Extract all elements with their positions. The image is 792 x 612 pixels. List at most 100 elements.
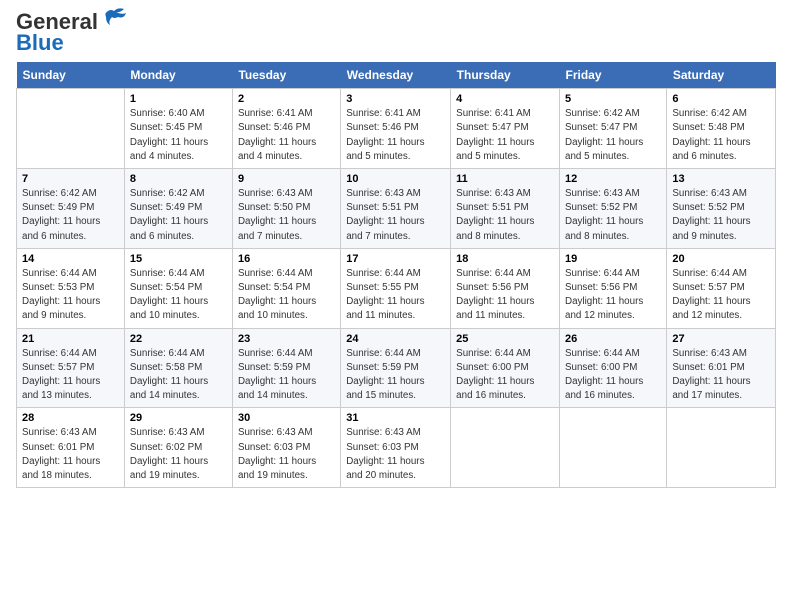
day-info: Sunrise: 6:44 AMSunset: 5:58 PMDaylight:… [130, 347, 227, 404]
day-cell: 13Sunrise: 6:43 AMSunset: 5:52 PMDayligh… [667, 169, 776, 249]
day-cell: 28Sunrise: 6:43 AMSunset: 6:01 PMDayligh… [17, 408, 125, 488]
day-cell: 24 Sunrise: 6:44 AMSunset: 5:59 PMDayligh… [341, 328, 451, 408]
day-cell: 7 Sunrise: 6:42 AMSunset: 5:49 PMDaylight… [17, 169, 125, 249]
day-info: Sunrise: 6:41 AMSunset: 5:46 PMDaylight:… [238, 107, 335, 164]
day-number: 12 [565, 173, 661, 185]
day-info: Sunrise: 6:44 AMSunset: 5:55 PMDaylight:… [346, 267, 445, 324]
week-row-3: 14Sunrise: 6:44 AMSunset: 5:53 PMDayligh… [17, 248, 776, 328]
day-number: 10 [346, 173, 445, 185]
day-cell: 18 Sunrise: 6:44 AMSunset: 5:56 PMDayligh… [451, 248, 560, 328]
day-info: Sunrise: 6:44 AMSunset: 5:57 PMDaylight:… [672, 267, 770, 324]
col-header-wednesday: Wednesday [341, 62, 451, 89]
day-cell: 31 Sunrise: 6:43 AMSunset: 6:03 PMDayligh… [341, 408, 451, 488]
day-info: Sunrise: 6:42 AMSunset: 5:49 PMDaylight:… [130, 187, 227, 244]
day-cell [17, 89, 125, 169]
day-cell: 23Sunrise: 6:44 AMSunset: 5:59 PMDayligh… [232, 328, 340, 408]
day-info: Sunrise: 6:44 AMSunset: 6:00 PMDaylight:… [456, 347, 554, 404]
day-cell: 20 Sunrise: 6:44 AMSunset: 5:57 PMDayligh… [667, 248, 776, 328]
day-info: Sunrise: 6:44 AMSunset: 5:56 PMDaylight:… [565, 267, 661, 324]
day-info: Sunrise: 6:42 AMSunset: 5:47 PMDaylight:… [565, 107, 661, 164]
day-info: Sunrise: 6:43 AMSunset: 5:52 PMDaylight:… [565, 187, 661, 244]
day-cell: 10 Sunrise: 6:43 AMSunset: 5:51 PMDayligh… [341, 169, 451, 249]
day-number: 30 [238, 412, 335, 424]
col-header-saturday: Saturday [667, 62, 776, 89]
day-number: 31 [346, 412, 445, 424]
day-number: 16 [238, 253, 335, 265]
day-number: 3 [346, 93, 445, 105]
week-row-5: 28Sunrise: 6:43 AMSunset: 6:01 PMDayligh… [17, 408, 776, 488]
day-cell: 25 Sunrise: 6:44 AMSunset: 6:00 PMDayligh… [451, 328, 560, 408]
day-number: 25 [456, 333, 554, 345]
day-number: 2 [238, 93, 335, 105]
day-cell: 27Sunrise: 6:43 AMSunset: 6:01 PMDayligh… [667, 328, 776, 408]
day-number: 11 [456, 173, 554, 185]
col-header-monday: Monday [124, 62, 232, 89]
day-info: Sunrise: 6:43 AMSunset: 6:03 PMDaylight:… [238, 426, 335, 483]
day-number: 24 [346, 333, 445, 345]
day-info: Sunrise: 6:43 AMSunset: 6:03 PMDaylight:… [346, 426, 445, 483]
day-number: 19 [565, 253, 661, 265]
day-cell: 15Sunrise: 6:44 AMSunset: 5:54 PMDayligh… [124, 248, 232, 328]
day-info: Sunrise: 6:43 AMSunset: 5:52 PMDaylight:… [672, 187, 770, 244]
day-info: Sunrise: 6:42 AMSunset: 5:49 PMDaylight:… [22, 187, 119, 244]
day-cell: 9Sunrise: 6:43 AMSunset: 5:50 PMDaylight… [232, 169, 340, 249]
day-cell: 11 Sunrise: 6:43 AMSunset: 5:51 PMDayligh… [451, 169, 560, 249]
day-info: Sunrise: 6:41 AMSunset: 5:46 PMDaylight:… [346, 107, 445, 164]
day-info: Sunrise: 6:44 AMSunset: 5:59 PMDaylight:… [346, 347, 445, 404]
day-info: Sunrise: 6:41 AMSunset: 5:47 PMDaylight:… [456, 107, 554, 164]
day-number: 26 [565, 333, 661, 345]
day-number: 17 [346, 253, 445, 265]
day-info: Sunrise: 6:40 AMSunset: 5:45 PMDaylight:… [130, 107, 227, 164]
day-cell: 17 Sunrise: 6:44 AMSunset: 5:55 PMDayligh… [341, 248, 451, 328]
day-info: Sunrise: 6:43 AMSunset: 5:51 PMDaylight:… [456, 187, 554, 244]
day-number: 22 [130, 333, 227, 345]
day-cell: 5 Sunrise: 6:42 AMSunset: 5:47 PMDaylight… [560, 89, 667, 169]
day-cell: 6 Sunrise: 6:42 AMSunset: 5:48 PMDaylight… [667, 89, 776, 169]
day-number: 23 [238, 333, 335, 345]
day-info: Sunrise: 6:43 AMSunset: 5:51 PMDaylight:… [346, 187, 445, 244]
logo-blue: Blue [16, 32, 128, 54]
day-info: Sunrise: 6:43 AMSunset: 6:01 PMDaylight:… [22, 426, 119, 483]
day-cell: 12 Sunrise: 6:43 AMSunset: 5:52 PMDayligh… [560, 169, 667, 249]
day-cell: 16 Sunrise: 6:44 AMSunset: 5:54 PMDayligh… [232, 248, 340, 328]
day-number: 27 [672, 333, 770, 345]
week-row-2: 7 Sunrise: 6:42 AMSunset: 5:49 PMDaylight… [17, 169, 776, 249]
day-cell: 8 Sunrise: 6:42 AMSunset: 5:49 PMDaylight… [124, 169, 232, 249]
day-number: 1 [130, 93, 227, 105]
day-info: Sunrise: 6:44 AMSunset: 5:56 PMDaylight:… [456, 267, 554, 324]
day-number: 21 [22, 333, 119, 345]
day-number: 18 [456, 253, 554, 265]
day-number: 20 [672, 253, 770, 265]
day-info: Sunrise: 6:44 AMSunset: 5:54 PMDaylight:… [130, 267, 227, 324]
day-cell: 4 Sunrise: 6:41 AMSunset: 5:47 PMDaylight… [451, 89, 560, 169]
day-cell [451, 408, 560, 488]
day-number: 8 [130, 173, 227, 185]
day-cell: 1 Sunrise: 6:40 AMSunset: 5:45 PMDaylight… [124, 89, 232, 169]
col-header-thursday: Thursday [451, 62, 560, 89]
day-number: 14 [22, 253, 119, 265]
day-cell: 26 Sunrise: 6:44 AMSunset: 6:00 PMDayligh… [560, 328, 667, 408]
day-cell: 14Sunrise: 6:44 AMSunset: 5:53 PMDayligh… [17, 248, 125, 328]
day-info: Sunrise: 6:42 AMSunset: 5:48 PMDaylight:… [672, 107, 770, 164]
day-number: 5 [565, 93, 661, 105]
header: General Blue [16, 10, 776, 54]
day-cell: 2 Sunrise: 6:41 AMSunset: 5:46 PMDaylight… [232, 89, 340, 169]
week-row-4: 21 Sunrise: 6:44 AMSunset: 5:57 PMDayligh… [17, 328, 776, 408]
day-number: 7 [22, 173, 119, 185]
day-number: 4 [456, 93, 554, 105]
day-number: 29 [130, 412, 227, 424]
day-cell: 29Sunrise: 6:43 AMSunset: 6:02 PMDayligh… [124, 408, 232, 488]
logo: General Blue [16, 10, 128, 54]
day-info: Sunrise: 6:44 AMSunset: 5:54 PMDaylight:… [238, 267, 335, 324]
day-info: Sunrise: 6:44 AMSunset: 5:57 PMDaylight:… [22, 347, 119, 404]
day-cell: 30 Sunrise: 6:43 AMSunset: 6:03 PMDayligh… [232, 408, 340, 488]
day-cell: 21 Sunrise: 6:44 AMSunset: 5:57 PMDayligh… [17, 328, 125, 408]
day-cell: 3 Sunrise: 6:41 AMSunset: 5:46 PMDaylight… [341, 89, 451, 169]
day-cell [667, 408, 776, 488]
week-row-1: 1 Sunrise: 6:40 AMSunset: 5:45 PMDaylight… [17, 89, 776, 169]
day-info: Sunrise: 6:43 AMSunset: 5:50 PMDaylight:… [238, 187, 335, 244]
col-header-tuesday: Tuesday [232, 62, 340, 89]
day-info: Sunrise: 6:44 AMSunset: 6:00 PMDaylight:… [565, 347, 661, 404]
day-number: 6 [672, 93, 770, 105]
day-cell: 22 Sunrise: 6:44 AMSunset: 5:58 PMDayligh… [124, 328, 232, 408]
